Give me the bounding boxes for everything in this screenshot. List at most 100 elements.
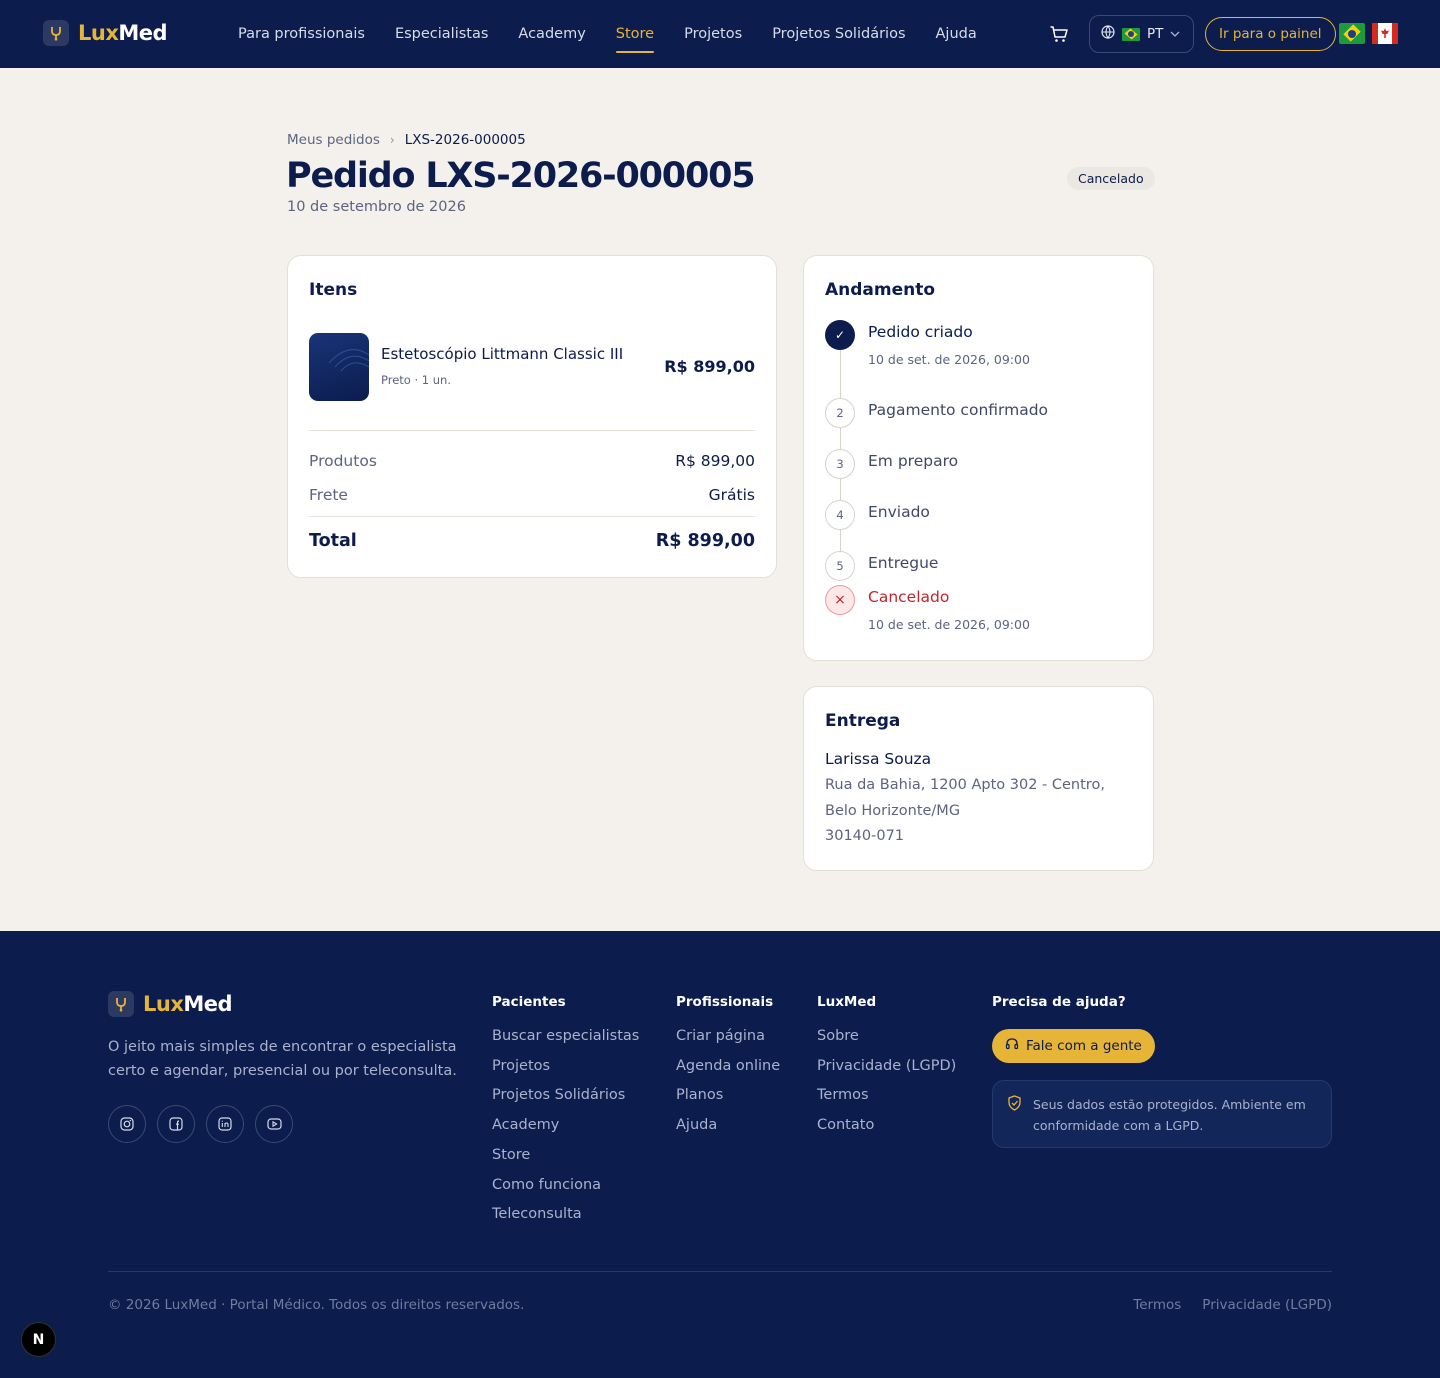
shipping-value: Grátis [708,486,755,504]
step-time: 10 de set. de 2026, 09:00 [868,352,1030,367]
brand-name-part1: Lux [143,992,184,1016]
footer-link[interactable]: Store [492,1146,639,1166]
brand-logo[interactable]: LuxMed [43,20,168,46]
page-title: Pedido LXS-2026-000005 [286,156,756,196]
cart-icon[interactable] [1049,24,1069,44]
footer-column-profissionais: Profissionais Criar página Agenda online… [676,994,780,1146]
nav-link-store[interactable]: Store [615,0,655,68]
shipping-label: Frete [309,486,348,504]
total-row: Total R$ 899,00 [309,531,755,551]
step-label: Em preparo [868,452,959,470]
delivery-address: Rua da Bahia, 1200 Apto 302 - Centro, Be… [825,773,1137,850]
nav-link-projetos-solidarios[interactable]: Projetos Solidários [772,0,905,68]
instagram-icon[interactable] [108,1105,146,1143]
footer-link[interactable]: Sobre [817,1027,956,1047]
product-thumbnail [309,333,369,401]
breadcrumb-current: LXS-2026-000005 [404,132,526,148]
help-title: Precisa de ajuda? [992,994,1126,1010]
step-label: Enviado [868,503,930,521]
footer-divider [108,1271,1332,1272]
breadcrumb-my-orders[interactable]: Meus pedidos [287,132,380,148]
main-nav: Para profissionais Especialistas Academy… [238,0,977,68]
footer-column-title: LuxMed [817,994,877,1010]
footer-tagline: O jeito mais simples de encontrar o espe… [108,1039,457,1079]
progress-card: Andamento ✓ Pedido criado 10 de set. de … [803,255,1154,661]
facebook-icon[interactable] [157,1105,195,1143]
brand-name-part1: Lux [78,21,119,45]
language-selector[interactable]: PT [1089,15,1194,53]
footer-link[interactable]: Como funciona [492,1176,639,1196]
items-card: Itens Estetoscópio Littmann Classic III … [287,255,777,578]
contact-us-button[interactable]: Fale com a gente [992,1029,1155,1063]
footer-logo[interactable]: LuxMed [108,991,233,1017]
social-links [108,1105,293,1143]
footer-link[interactable]: Contato [817,1116,956,1136]
footer-column-pacientes: Pacientes Buscar especialistas Projetos … [492,994,639,1235]
address-line: Rua da Bahia, 1200 Apto 302 - Centro, Be… [825,777,1105,819]
canada-flag-button[interactable] [1372,23,1398,44]
products-label: Produtos [309,452,377,470]
nav-link-para-profissionais[interactable]: Para profissionais [238,0,365,68]
security-text: Seus dados estão protegidos. Ambiente em… [1033,1097,1306,1133]
footer-terms-link[interactable]: Termos [1133,1297,1181,1313]
nav-link-ajuda[interactable]: Ajuda [936,0,977,68]
headset-icon [1005,1037,1019,1055]
dev-tools-badge[interactable]: N [21,1322,56,1357]
product-meta: Preto · 1 un. [381,373,451,387]
close-icon: × [825,585,855,615]
footer-link[interactable]: Planos [676,1086,780,1106]
go-to-panel-button[interactable]: Ir para o painel [1205,17,1336,51]
footer-link[interactable]: Termos [817,1086,956,1106]
nav-link-academy[interactable]: Academy [518,0,585,68]
breadcrumb: Meus pedidos › LXS-2026-000005 [287,132,526,148]
footer-help: Precisa de ajuda? [992,994,1126,1027]
language-code: PT [1147,26,1164,42]
footer-link[interactable]: Academy [492,1116,639,1136]
total-value: R$ 899,00 [655,531,755,551]
footer-link[interactable]: Criar página [676,1027,780,1047]
step-number: 5 [825,551,855,581]
recipient-name: Larissa Souza [825,750,932,768]
youtube-icon[interactable] [255,1105,293,1143]
check-icon: ✓ [825,320,855,350]
footer-privacy-link[interactable]: Privacidade (LGPD) [1202,1297,1332,1313]
footer-bottom-links: Termos Privacidade (LGPD) [1133,1297,1332,1313]
footer-column-title: Pacientes [492,994,566,1010]
linkedin-icon[interactable] [206,1105,244,1143]
step-time: 10 de set. de 2026, 09:00 [868,617,1030,632]
delivery-card: Entrega Larissa Souza Rua da Bahia, 1200… [803,686,1154,871]
footer-link[interactable]: Projetos [492,1057,639,1077]
globe-icon [1101,25,1115,43]
products-value: R$ 899,00 [675,452,755,470]
footer-link[interactable]: Projetos Solidários [492,1086,639,1106]
step-label: Pagamento confirmado [868,401,1049,419]
contact-us-label: Fale com a gente [1026,1038,1142,1054]
product-name[interactable]: Estetoscópio Littmann Classic III [381,345,623,363]
brazil-flag-icon [1122,27,1140,41]
nav-link-projetos[interactable]: Projetos [684,0,742,68]
divider [309,430,755,431]
nav-link-especialistas[interactable]: Especialistas [395,0,488,68]
top-navbar: LuxMed Para profissionais Especialistas … [0,0,1440,68]
chevron-right-icon: › [389,133,395,147]
divider [309,516,755,517]
zip-code: 30140-071 [825,828,905,844]
step-number: 3 [825,449,855,479]
logo-mark-icon [43,20,69,46]
footer-link[interactable]: Buscar especialistas [492,1027,639,1047]
shield-check-icon [1007,1095,1022,1117]
step-label: Cancelado [868,588,950,606]
brand-name-part2: Med [183,992,233,1016]
footer: LuxMed O jeito mais simples de encontrar… [0,931,1440,1378]
items-card-title: Itens [309,280,358,300]
footer-link[interactable]: Privacidade (LGPD) [817,1057,956,1077]
step-label: Entregue [868,554,939,572]
footer-link[interactable]: Agenda online [676,1057,780,1077]
footer-link[interactable]: Teleconsulta [492,1205,639,1225]
security-notice: Seus dados estão protegidos. Ambiente em… [992,1080,1332,1148]
footer-link[interactable]: Ajuda [676,1116,780,1136]
footer-column-luxmed: LuxMed Sobre Privacidade (LGPD) Termos C… [817,994,956,1146]
product-price: R$ 899,00 [664,357,755,376]
brazil-flag-button[interactable] [1339,23,1365,44]
step-label: Pedido criado [868,323,973,341]
